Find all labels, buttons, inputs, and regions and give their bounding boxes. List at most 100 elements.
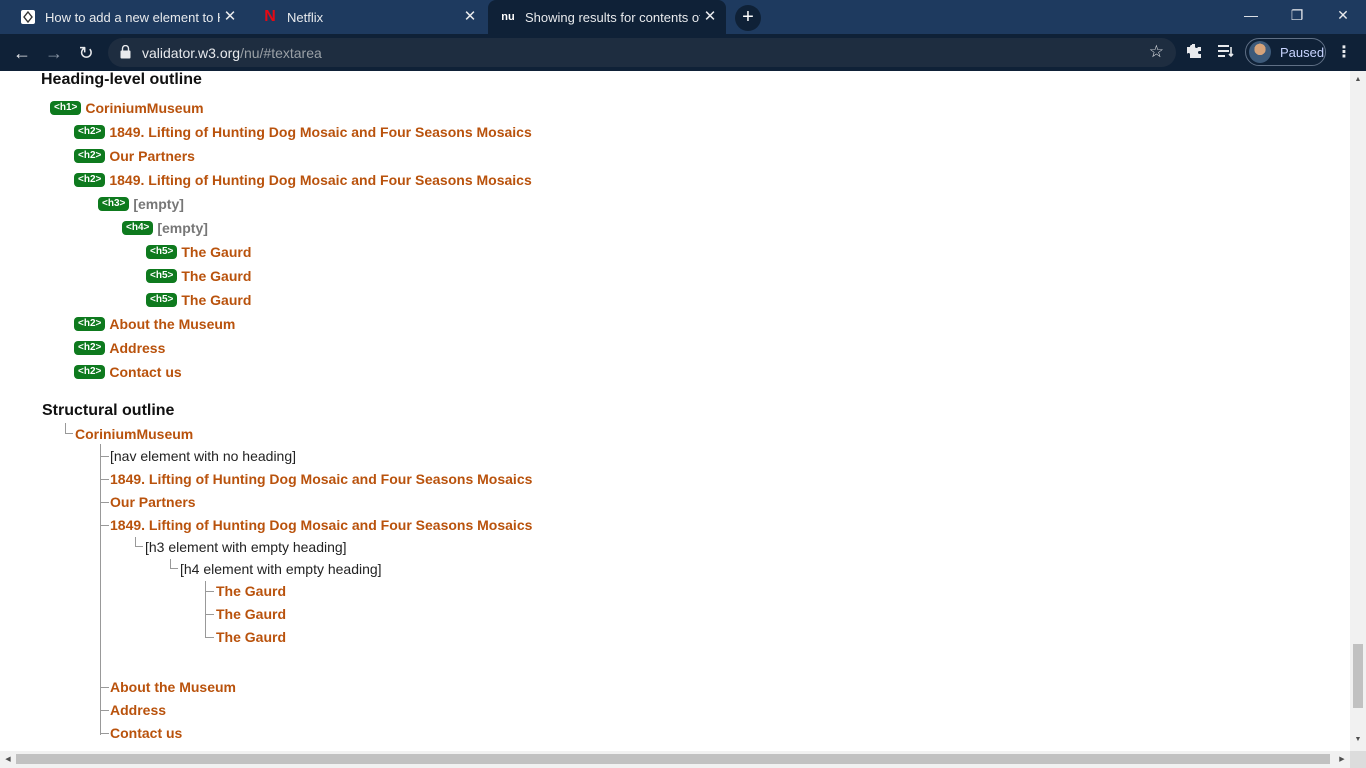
page-content: Heading-level outline <h1> CoriniumMuseum… [0,71,1350,751]
empty-heading-text: [empty] [157,220,208,236]
outline-section-text: [h4 element with empty heading] [180,561,382,577]
tab-validator[interactable]: nu Showing results for contents of te ✕ [488,0,726,34]
address-bar[interactable]: validator.w3.org/nu/#textarea ☆ [108,38,1176,67]
scroll-right-icon[interactable]: ▶ [1334,751,1350,768]
heading-outline-row: <h2> 1849. Lifting of Hunting Dog Mosaic … [74,171,532,189]
reading-list-icon[interactable] [1216,43,1236,63]
heading-outline-row: <h3> [empty] [98,195,184,213]
outline-link[interactable]: The Gaurd [216,606,286,622]
outline-section-text: [nav element with no heading] [110,448,297,464]
arrow-left-icon: ← [13,43,31,63]
vertical-scrollbar[interactable]: ▲ ▼ [1350,71,1366,751]
heading-outline-row: <h2> 1849. Lifting of Hunting Dog Mosaic … [74,123,532,141]
tab-netflix[interactable]: N Netflix ✕ [250,0,486,34]
url-host: validator.w3.org [142,45,241,61]
heading-outline-row: <h5> The Gaurd [146,291,251,309]
heading-link[interactable]: About the Museum [109,316,235,332]
outline-link[interactable]: The Gaurd [216,629,286,645]
heading-link[interactable]: Contact us [109,364,181,380]
url-path: /nu/#textarea [240,45,322,61]
close-tab-icon[interactable]: ✕ [462,9,478,25]
outline-link[interactable]: CoriniumMuseum [75,426,193,442]
outline-link[interactable]: The Gaurd [216,583,286,599]
heading-outline-row: <h2> Contact us [74,363,182,381]
minimize-icon: — [1244,7,1258,23]
scroll-down-icon[interactable]: ▼ [1350,733,1366,747]
outline-link[interactable]: About the Museum [110,679,236,695]
vertical-scroll-thumb[interactable] [1353,644,1363,708]
tree-connector [100,710,109,711]
tree-connector [205,614,214,615]
outline-link[interactable]: 1849. Lifting of Hunting Dog Mosaic and … [110,517,532,533]
heading-link[interactable]: The Gaurd [181,268,251,284]
tab-strip: How to add a new element to HT ✕ N Netfl… [0,0,1366,34]
tab-title: Showing results for contents of te [525,9,700,25]
close-tab-icon[interactable]: ✕ [702,9,718,25]
tree-connector [205,581,206,637]
restore-button[interactable]: ❐ [1274,0,1320,30]
star-icon[interactable]: ☆ [1149,42,1164,62]
heading-outline-row: <h5> The Gaurd [146,267,251,285]
restore-icon: ❐ [1290,7,1304,23]
tree-connector [205,637,214,638]
tree-connector [65,423,73,434]
tab-title: Netflix [287,9,324,25]
minimize-button[interactable]: — [1228,0,1274,30]
heading-outline-title: Heading-level outline [41,71,202,88]
tab-title: How to add a new element to HT [45,9,220,25]
horizontal-scrollbar[interactable]: ◀ ▶ [0,751,1350,768]
tree-connector [100,479,109,480]
outline-link[interactable]: Contact us [110,725,182,741]
heading-link[interactable]: CoriniumMuseum [85,100,203,116]
outline-link[interactable]: 1849. Lifting of Hunting Dog Mosaic and … [110,471,532,487]
scroll-up-icon[interactable]: ▲ [1350,73,1366,87]
avatar [1249,41,1271,63]
reload-button[interactable]: ↻ [73,40,99,66]
tree-connector [100,456,109,457]
extensions-icon[interactable] [1184,43,1204,63]
heading-level-badge: <h2> [74,317,106,331]
close-icon: ✕ [1337,7,1349,23]
heading-outline-row: <h5> The Gaurd [146,243,251,261]
structural-outline-title: Structural outline [42,402,175,419]
tree-connector [100,444,101,735]
scrollbar-corner [1350,751,1366,768]
tree-connector [135,537,143,547]
horizontal-scroll-thumb[interactable] [16,754,1330,764]
outline-section-text: [h3 element with empty heading] [145,539,347,555]
heading-outline-row: <h1> CoriniumMuseum [50,99,204,117]
heading-outline-row: <h2> Address [74,339,165,357]
heading-outline-row: <h2> About the Museum [74,315,235,333]
netflix-icon: N [264,8,276,25]
heading-link[interactable]: 1849. Lifting of Hunting Dog Mosaic and … [109,124,531,140]
arrow-right-icon: → [45,43,63,63]
heading-link[interactable]: 1849. Lifting of Hunting Dog Mosaic and … [109,172,531,188]
browser-toolbar: ← → ↻ validator.w3.org/nu/#textarea ☆ Pa… [0,34,1366,71]
heading-level-badge: <h2> [74,173,106,187]
heading-link[interactable]: Our Partners [109,148,195,164]
scroll-left-icon[interactable]: ◀ [0,751,16,768]
profile-button[interactable]: Paused [1245,38,1326,66]
more-menu-icon[interactable]: ⋮ [1334,42,1354,64]
heading-level-badge: <h2> [74,149,106,163]
forward-button[interactable]: → [41,40,67,66]
outline-link[interactable]: Address [110,702,166,718]
heading-link[interactable]: Address [109,340,165,356]
tree-connector [205,591,214,592]
back-button[interactable]: ← [9,40,35,66]
heading-level-badge: <h1> [50,101,82,115]
html-icon [20,9,36,25]
heading-outline-row: <h2> Our Partners [74,147,195,165]
new-tab-button[interactable]: + [735,5,761,31]
close-window-button[interactable]: ✕ [1320,0,1366,30]
tree-connector [170,559,178,569]
reload-icon: ↻ [78,43,94,63]
tab-html-guide[interactable]: How to add a new element to HT ✕ [8,0,246,34]
lock-icon [120,45,131,59]
close-tab-icon[interactable]: ✕ [222,9,238,25]
outline-link[interactable]: Our Partners [110,494,196,510]
heading-link[interactable]: The Gaurd [181,244,251,260]
nu-icon: nu [501,11,515,23]
heading-level-badge: <h2> [74,341,106,355]
heading-link[interactable]: The Gaurd [181,292,251,308]
